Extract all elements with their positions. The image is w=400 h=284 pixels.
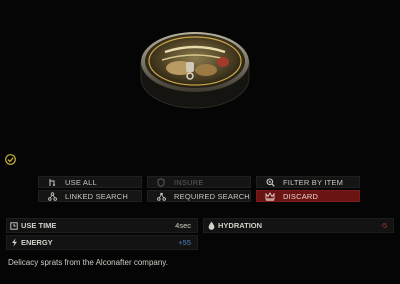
use-time-value: 4sec [175,221,191,230]
link-search-icon [39,191,65,201]
insure-label: INSURE [174,177,204,187]
drop-icon [204,221,218,230]
examined-check-icon [5,152,16,165]
magnifier-icon [257,177,283,187]
item-preview [0,0,400,150]
insure-button[interactable]: INSURE [147,176,251,188]
hydration-label: HYDRATION [218,221,263,230]
stat-energy: ENERGY +55 [6,235,198,250]
filter-by-item-button[interactable]: FILTER BY ITEM [256,176,360,188]
energy-label: ENERGY [21,238,53,247]
linked-search-button[interactable]: LINKED SEARCH [38,190,142,202]
use-all-label: USE ALL [65,177,97,187]
required-search-label: REQUIRED SEARCH [174,191,250,201]
insure-shield-icon [148,177,174,187]
stat-hydration: HYDRATION -5 [203,218,394,233]
use-all-button[interactable]: USE ALL [38,176,142,188]
use-all-icon [39,178,65,187]
clock-icon [7,221,21,230]
use-time-label: USE TIME [21,221,57,230]
discard-label: DISCARD [283,191,319,201]
item-description: Delicacy sprats from the Alconafter comp… [8,258,168,267]
hydration-value: -5 [380,221,387,230]
lightning-icon [7,238,21,247]
required-search-button[interactable]: REQUIRED SEARCH [147,190,251,202]
crown-discard-icon [257,191,283,201]
discard-button[interactable]: DISCARD [256,190,360,202]
linked-search-label: LINKED SEARCH [65,191,129,201]
filter-by-item-label: FILTER BY ITEM [283,177,344,187]
required-search-icon [148,192,174,201]
stat-use-time: USE TIME 4sec [6,218,198,233]
energy-value: +55 [178,238,191,247]
sprats-can-image [140,32,250,109]
context-actions: USE ALL INSURE FILTER BY ITEM LINKED SEA… [0,173,400,205]
